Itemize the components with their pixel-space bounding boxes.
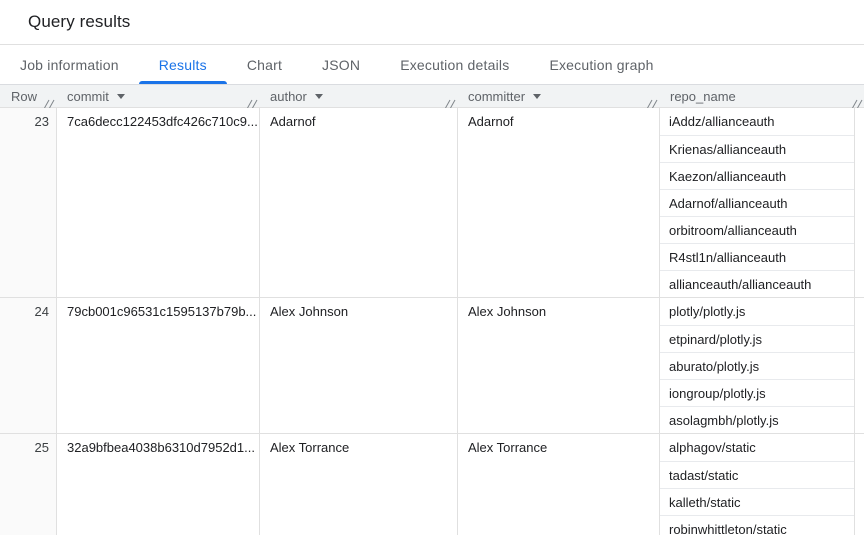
commit-cell[interactable]: 7ca6decc122453dfc426c710c9... bbox=[57, 108, 260, 297]
sort-arrow-icon[interactable] bbox=[117, 94, 125, 99]
row-number: 23 bbox=[0, 108, 57, 297]
column-header-commit[interactable]: commit bbox=[57, 85, 260, 107]
column-header-label: repo_name bbox=[670, 89, 736, 104]
author-cell[interactable]: Adarnof bbox=[260, 108, 458, 297]
column-resize-handle-icon[interactable] bbox=[647, 96, 658, 105]
tab-execution-graph[interactable]: Execution graph bbox=[529, 45, 673, 84]
commit-cell[interactable]: 79cb001c96531c1595137b79b... bbox=[57, 298, 260, 433]
row-gutter bbox=[855, 108, 864, 297]
repo-name-value[interactable]: aburato/plotly.js bbox=[660, 352, 854, 379]
results-table: Row commit author committer bbox=[0, 85, 864, 535]
repo-name-value[interactable]: iAddz/allianceauth bbox=[660, 108, 854, 135]
repo-name-cell: plotly/plotly.js etpinard/plotly.js abur… bbox=[660, 298, 855, 433]
repo-name-value[interactable]: asolagmbh/plotly.js bbox=[660, 406, 854, 433]
repo-name-value[interactable]: Krienas/allianceauth bbox=[660, 135, 854, 162]
repo-name-value[interactable]: alphagov/static bbox=[660, 434, 854, 461]
repo-name-cell: alphagov/static tadast/static kalleth/st… bbox=[660, 434, 855, 535]
repo-name-value[interactable]: robinwhittleton/static bbox=[660, 515, 854, 535]
row-gutter bbox=[855, 434, 864, 535]
committer-cell[interactable]: Alex Torrance bbox=[458, 434, 660, 535]
title-bar: Query results bbox=[0, 0, 864, 45]
author-cell[interactable]: Alex Johnson bbox=[260, 298, 458, 433]
sort-arrow-icon[interactable] bbox=[533, 94, 541, 99]
row-number: 24 bbox=[0, 298, 57, 433]
page-title: Query results bbox=[28, 12, 130, 32]
column-resize-handle-icon[interactable] bbox=[44, 96, 55, 105]
row-gutter bbox=[855, 298, 864, 433]
repo-name-value[interactable]: orbitroom/allianceauth bbox=[660, 216, 854, 243]
repo-name-value[interactable]: Adarnof/allianceauth bbox=[660, 189, 854, 216]
column-header-author[interactable]: author bbox=[260, 85, 458, 107]
column-resize-handle-icon[interactable] bbox=[247, 96, 258, 105]
table-body: 23 7ca6decc122453dfc426c710c9... Adarnof… bbox=[0, 108, 864, 535]
column-resize-handle-icon[interactable] bbox=[445, 96, 456, 105]
column-header-repo-name: repo_name bbox=[660, 85, 855, 107]
tab-bar: Job information Results Chart JSON Execu… bbox=[0, 45, 864, 85]
repo-name-value[interactable]: plotly/plotly.js bbox=[660, 298, 854, 325]
committer-cell[interactable]: Adarnof bbox=[458, 108, 660, 297]
commit-cell[interactable]: 32a9bfbea4038b6310d7952d1... bbox=[57, 434, 260, 535]
table-row: 24 79cb001c96531c1595137b79b... Alex Joh… bbox=[0, 297, 864, 433]
header-gutter bbox=[855, 85, 864, 107]
repo-name-value[interactable]: Kaezon/allianceauth bbox=[660, 162, 854, 189]
column-header-label: author bbox=[270, 89, 307, 104]
table-row: 23 7ca6decc122453dfc426c710c9... Adarnof… bbox=[0, 108, 864, 297]
column-header-label: committer bbox=[468, 89, 525, 104]
committer-cell[interactable]: Alex Johnson bbox=[458, 298, 660, 433]
repo-name-value[interactable]: R4stl1n/allianceauth bbox=[660, 243, 854, 270]
tab-results[interactable]: Results bbox=[139, 45, 227, 84]
author-cell[interactable]: Alex Torrance bbox=[260, 434, 458, 535]
column-header-committer[interactable]: committer bbox=[458, 85, 660, 107]
tab-json[interactable]: JSON bbox=[302, 45, 380, 84]
repo-name-value[interactable]: etpinard/plotly.js bbox=[660, 325, 854, 352]
tab-chart[interactable]: Chart bbox=[227, 45, 302, 84]
repo-name-value[interactable]: allianceauth/allianceauth bbox=[660, 270, 854, 297]
table-row: 25 32a9bfbea4038b6310d7952d1... Alex Tor… bbox=[0, 433, 864, 535]
tab-execution-details[interactable]: Execution details bbox=[380, 45, 529, 84]
column-resize-handle-icon[interactable] bbox=[852, 96, 863, 105]
row-number: 25 bbox=[0, 434, 57, 535]
tab-job-information[interactable]: Job information bbox=[0, 45, 139, 84]
table-header-row: Row commit author committer bbox=[0, 85, 864, 108]
column-header-label: commit bbox=[67, 89, 109, 104]
sort-arrow-icon[interactable] bbox=[315, 94, 323, 99]
repo-name-value[interactable]: iongroup/plotly.js bbox=[660, 379, 854, 406]
column-header-row: Row bbox=[0, 85, 57, 107]
repo-name-value[interactable]: kalleth/static bbox=[660, 488, 854, 515]
repo-name-value[interactable]: tadast/static bbox=[660, 461, 854, 488]
query-results-panel: Query results Job information Results Ch… bbox=[0, 0, 864, 535]
repo-name-cell: iAddz/allianceauth Krienas/allianceauth … bbox=[660, 108, 855, 297]
column-header-label: Row bbox=[11, 89, 37, 104]
